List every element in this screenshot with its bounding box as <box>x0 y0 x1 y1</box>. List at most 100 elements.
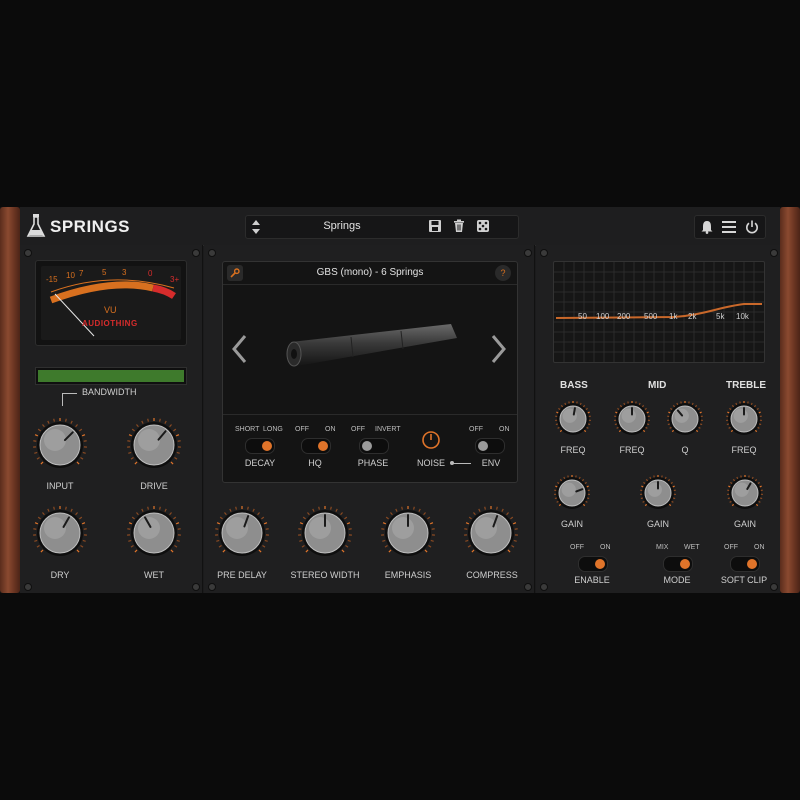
screw <box>770 583 778 591</box>
plugin-window: SPRINGS Springs -15 10 7 5 3 0 3+ VU AUD… <box>0 207 800 593</box>
noise-label: NOISE <box>416 458 445 468</box>
top-bar: SPRINGS Springs <box>20 207 780 246</box>
emphasis-label: EMPHASIS <box>384 570 432 580</box>
drive-label: DRIVE <box>140 481 168 491</box>
screw <box>192 249 200 257</box>
mode-toggle[interactable] <box>663 556 693 572</box>
bass-header: BASS <box>560 380 588 391</box>
phase-off-label: OFF <box>351 426 365 433</box>
emphasis-knob[interactable] <box>378 503 438 563</box>
mode-off-label: MIX <box>656 544 669 551</box>
treble-header: TREBLE <box>726 380 766 391</box>
eq-tick: 5k <box>716 312 725 321</box>
bass-freq-knob[interactable] <box>553 399 593 439</box>
eq-freq-ticks: 50 100 200 500 1k 2k 5k 10k <box>554 312 764 324</box>
status-meter-fill <box>38 370 184 382</box>
screw <box>770 249 778 257</box>
vu-scale: -15 10 7 5 3 0 3+ <box>44 268 184 284</box>
soft-clip-toggle[interactable] <box>730 556 760 572</box>
screw <box>524 583 532 591</box>
mid-gain-label: GAIN <box>646 519 669 529</box>
screw <box>24 583 32 591</box>
mid-freq-label: FREQ <box>619 445 645 455</box>
mode-label: MODE <box>663 575 691 585</box>
vu-scale-label: -15 <box>46 275 58 284</box>
menu-icon[interactable] <box>722 220 736 239</box>
save-icon[interactable] <box>428 219 442 238</box>
treble-gain-label: GAIN <box>733 519 756 529</box>
screw <box>540 583 548 591</box>
soft-clip-on-label: ON <box>754 544 765 551</box>
enable-toggle[interactable] <box>578 556 608 572</box>
stereo-width-label: STEREO WIDTH <box>290 570 360 580</box>
app-title: SPRINGS <box>50 217 131 236</box>
env-toggle[interactable] <box>475 438 505 454</box>
mid-header: MID <box>648 380 667 391</box>
bandwidth-label: BANDWIDTH <box>82 387 137 397</box>
eq-tick: 100 <box>596 312 610 321</box>
treble-freq-knob[interactable] <box>724 399 764 439</box>
phase-on-label: INVERT <box>375 426 401 433</box>
preset-name[interactable]: Springs <box>246 220 438 232</box>
help-icon[interactable]: ? <box>495 265 511 281</box>
enable-off-label: OFF <box>570 544 584 551</box>
compress-knob[interactable] <box>461 503 521 563</box>
mid-freq-knob[interactable] <box>612 399 652 439</box>
decay-toggle[interactable] <box>245 438 275 454</box>
wood-side-right <box>780 207 800 593</box>
hq-label: HQ <box>308 458 322 468</box>
bell-icon[interactable] <box>700 220 714 239</box>
noise-knob[interactable] <box>421 430 441 455</box>
dry-knob[interactable] <box>30 503 90 563</box>
chevron-left-icon[interactable] <box>231 334 247 369</box>
enable-on-label: ON <box>600 544 611 551</box>
env-off-label: OFF <box>469 426 483 433</box>
trash-icon[interactable] <box>452 219 466 238</box>
hq-off-label: OFF <box>295 426 309 433</box>
vu-meter: -15 10 7 5 3 0 3+ VU AUDIOTHING <box>35 260 187 346</box>
preset-selector[interactable]: Springs <box>245 215 519 239</box>
screw <box>192 583 200 591</box>
wet-knob[interactable] <box>124 503 184 563</box>
bass-gain-knob[interactable] <box>552 473 592 513</box>
decay-on-label: LONG <box>263 426 283 433</box>
phase-toggle[interactable] <box>359 438 389 454</box>
flask-icon <box>26 213 46 244</box>
vu-scale-label: 3+ <box>170 275 180 284</box>
display-title: GBS (mono) - 6 Springs <box>316 267 424 278</box>
spring-display: GBS (mono) - 6 Springs ? SHORT LONG DECA… <box>222 261 518 483</box>
eq-tick: 1k <box>669 312 678 321</box>
stereo-width-knob[interactable] <box>295 503 355 563</box>
status-meter-bar <box>35 367 187 385</box>
top-right-controls <box>694 215 766 239</box>
hq-toggle[interactable] <box>301 438 331 454</box>
left-panel: -15 10 7 5 3 0 3+ VU AUDIOTHING BANDWIDT… <box>20 245 203 593</box>
vu-scale-label: 3 <box>122 268 127 277</box>
mode-on-label: WET <box>684 544 700 551</box>
mid-q-knob[interactable] <box>665 399 705 439</box>
phase-label: PHASE <box>357 458 389 468</box>
right-panel: 50 100 200 500 1k 2k 5k 10k BASS MID TRE… <box>536 245 780 593</box>
input-knob[interactable] <box>30 415 90 475</box>
dice-icon[interactable] <box>476 219 490 238</box>
drive-knob[interactable] <box>124 415 184 475</box>
pre-delay-knob[interactable] <box>212 503 272 563</box>
compress-label: COMPRESS <box>466 570 518 580</box>
middle-panel: GBS (mono) - 6 Springs ? SHORT LONG DECA… <box>204 245 535 593</box>
noise-env-link <box>451 463 471 464</box>
vu-scale-label: 7 <box>79 269 84 278</box>
chevron-right-icon[interactable] <box>491 334 507 369</box>
eq-tick: 500 <box>644 312 658 321</box>
vu-brand: AUDIOTHING <box>82 319 138 328</box>
mid-q-label: Q <box>681 445 689 455</box>
eq-display: 50 100 200 500 1k 2k 5k 10k <box>553 261 765 363</box>
treble-gain-knob[interactable] <box>725 473 765 513</box>
vu-scale-label: 5 <box>102 268 107 277</box>
screw <box>540 249 548 257</box>
power-icon[interactable] <box>745 220 759 239</box>
mid-gain-knob[interactable] <box>638 473 678 513</box>
decay-label: DECAY <box>244 458 276 468</box>
pre-delay-label: PRE DELAY <box>217 570 267 580</box>
eq-tick: 2k <box>688 312 697 321</box>
eq-tick: 50 <box>578 312 587 321</box>
